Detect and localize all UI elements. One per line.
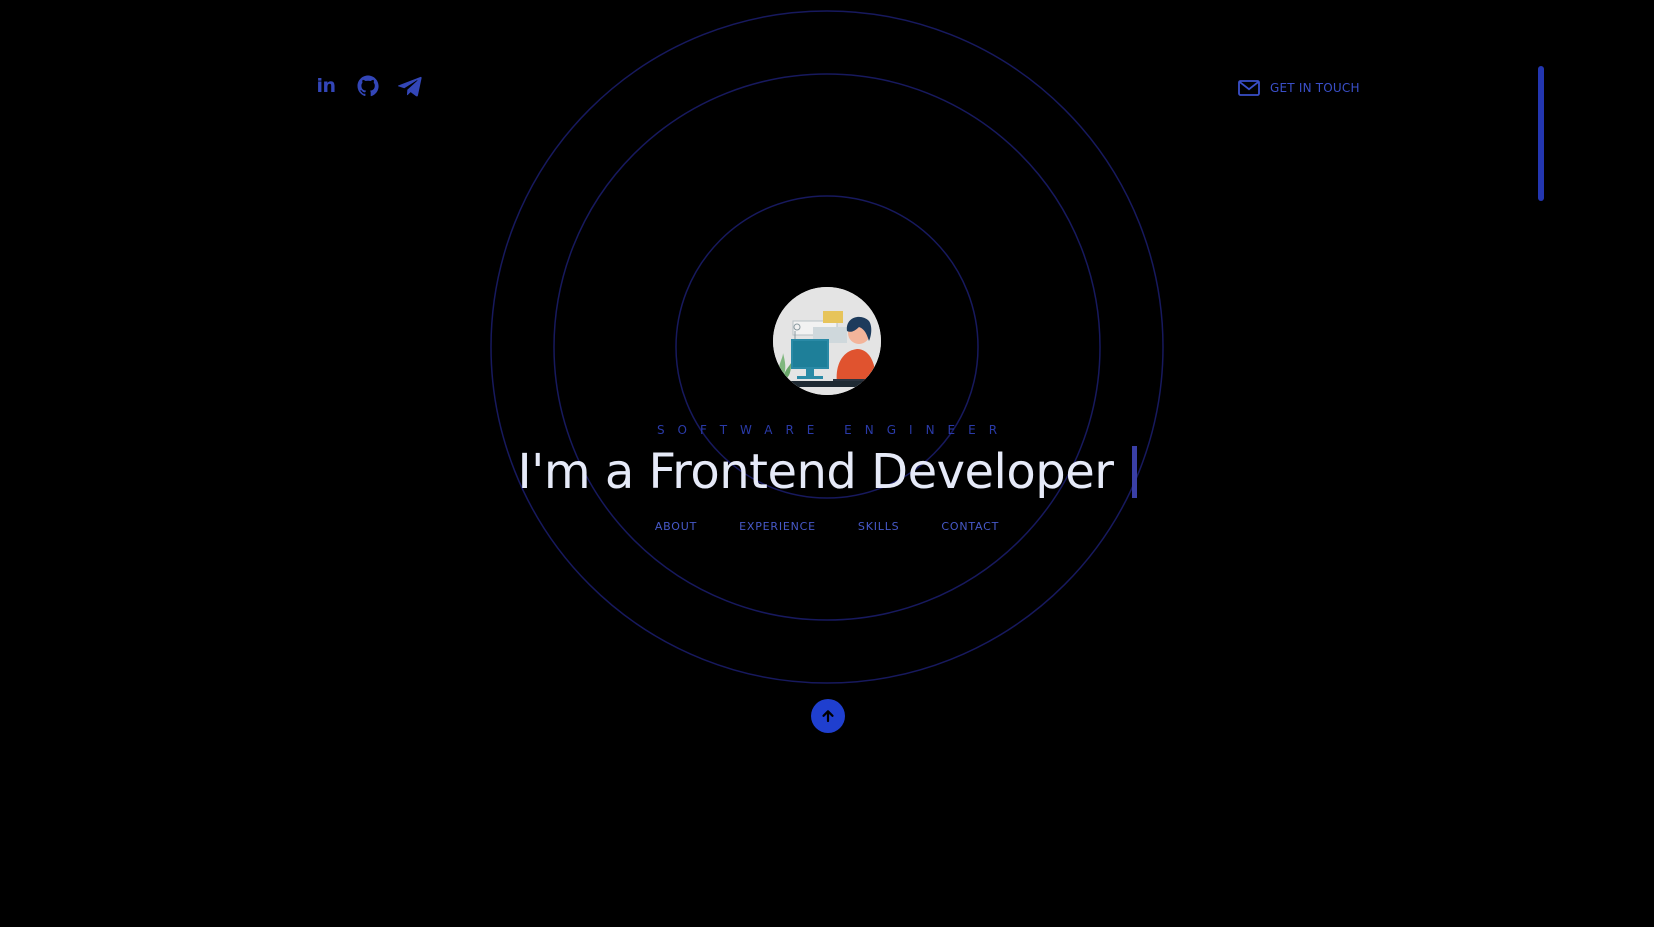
linkedin-link[interactable]: in (314, 74, 338, 98)
nav-skills[interactable]: SKILLS (858, 520, 899, 533)
avatar (773, 287, 881, 395)
page: in GET IN TOUCH SOFTWARE ENGINEER I'm a … (0, 0, 1654, 927)
nav-about[interactable]: ABOUT (655, 520, 697, 533)
back-to-top-button[interactable] (811, 699, 845, 733)
mail-icon (1238, 80, 1260, 96)
get-in-touch-label: GET IN TOUCH (1270, 81, 1360, 95)
social-links: in (314, 74, 422, 98)
nav-contact[interactable]: CONTACT (941, 520, 999, 533)
arrow-up-icon (822, 710, 834, 723)
linkedin-icon: in (316, 75, 336, 97)
github-link[interactable] (356, 74, 380, 98)
hero-headline-text: I'm a Frontend Developer (517, 444, 1115, 500)
developer-illustration (773, 287, 881, 395)
nav-experience[interactable]: EXPERIENCE (739, 520, 816, 533)
telegram-link[interactable] (398, 74, 422, 98)
scroll-indicator[interactable] (1538, 66, 1544, 201)
typing-cursor (1131, 446, 1137, 498)
hero-subtitle: SOFTWARE ENGINEER (656, 423, 1011, 437)
get-in-touch-link[interactable]: GET IN TOUCH (1238, 80, 1360, 96)
github-icon (357, 75, 379, 97)
hero-headline: I'm a Frontend Developer (0, 442, 1654, 502)
telegram-icon (398, 76, 422, 97)
section-nav: ABOUT EXPERIENCE SKILLS CONTACT (0, 520, 1654, 533)
